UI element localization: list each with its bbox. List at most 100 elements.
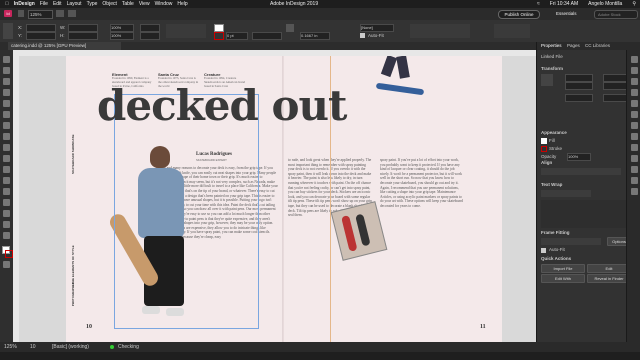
search-icon[interactable]: ⚲ — [632, 1, 636, 7]
pencil-tool-icon[interactable] — [3, 133, 10, 140]
menu-layout[interactable]: Layout — [67, 1, 82, 7]
table-styles-panel-icon[interactable] — [630, 144, 638, 151]
stroke-color-icon[interactable] — [5, 250, 13, 258]
panel-auto-fit-checkbox[interactable] — [541, 248, 546, 253]
skater-legs-photo[interactable] — [356, 56, 426, 102]
free-transform-tool-icon[interactable] — [3, 177, 10, 184]
scissors-tool-icon[interactable] — [3, 166, 10, 173]
wrap-buttons[interactable] — [494, 24, 530, 38]
h-field[interactable] — [68, 32, 98, 40]
flip-buttons[interactable] — [166, 24, 206, 38]
menu-help[interactable]: Help — [177, 1, 187, 7]
stock-search-input[interactable]: Adobe Stock — [594, 10, 638, 19]
edit-with-button[interactable]: Edit With — [541, 274, 585, 283]
tab-pages[interactable]: Pages — [567, 43, 580, 48]
tab-properties[interactable]: Properties — [541, 43, 562, 48]
screen-mode-icon[interactable] — [68, 10, 76, 17]
align-panel-icon[interactable] — [630, 177, 638, 184]
rotate-field[interactable] — [140, 24, 160, 32]
reference-point-icon[interactable] — [541, 74, 553, 86]
align-buttons[interactable] — [541, 168, 621, 175]
y-field[interactable] — [26, 32, 56, 40]
object-style-select[interactable]: [None] — [360, 24, 394, 32]
import-file-button[interactable]: Import File — [541, 264, 585, 273]
menu-type[interactable]: Type — [87, 1, 98, 7]
pasteboard[interactable]: Element Founded in 1990, Element is a sk… — [19, 56, 536, 342]
pathfinder-panel-icon[interactable] — [630, 188, 638, 195]
text-wrap-buttons[interactable] — [541, 190, 591, 197]
menu-table[interactable]: Table — [122, 1, 134, 7]
publish-online-button[interactable]: Publish Online — [498, 10, 540, 19]
object-styles-panel-icon[interactable] — [630, 155, 638, 162]
status-page[interactable]: 10 — [30, 344, 36, 350]
gap-tool-icon[interactable] — [3, 89, 10, 96]
rectangle-frame-tool-icon[interactable] — [3, 144, 10, 151]
rectangle-tool-icon[interactable] — [3, 155, 10, 162]
stroke-type-select[interactable] — [252, 32, 282, 40]
workspace-switcher[interactable]: Essentials — [556, 10, 590, 17]
line-tool-icon[interactable] — [3, 111, 10, 118]
swatches-panel-icon[interactable] — [630, 100, 638, 107]
edit-button[interactable]: Edit — [587, 264, 631, 273]
user-name[interactable]: Angelo Montilla — [588, 1, 622, 7]
view-options-icon[interactable] — [56, 10, 64, 17]
screen-mode-tool-icon[interactable] — [3, 261, 10, 268]
tab-cc-libraries[interactable]: CC Libraries — [585, 43, 610, 48]
gradient-tool-icon[interactable] — [3, 188, 10, 195]
preflight-profile[interactable]: [Basic] (working) — [52, 344, 89, 350]
type-tool-icon[interactable] — [3, 100, 10, 107]
note-tool-icon[interactable] — [3, 199, 10, 206]
menu-window[interactable]: Window — [155, 1, 173, 7]
cc-libraries-panel-icon[interactable] — [630, 111, 638, 118]
effects-icon[interactable] — [286, 24, 294, 32]
menu-file[interactable]: File — [40, 1, 48, 7]
status-zoom[interactable]: 125% — [4, 344, 17, 350]
w-field[interactable] — [68, 24, 98, 32]
apple-icon[interactable]:  — [5, 1, 9, 7]
menu-app-name[interactable]: InDesign — [14, 1, 35, 7]
panel-y-field[interactable] — [565, 82, 593, 90]
paragraph-styles-panel-icon[interactable] — [630, 133, 638, 140]
reveal-in-finder-button[interactable]: Reveal in Finder — [587, 274, 631, 283]
fitting-buttons[interactable] — [410, 24, 470, 38]
wifi-icon[interactable]: ≈ — [537, 1, 540, 7]
document-tab[interactable]: catering.indd @ 125% [GPU Preview] — [8, 42, 121, 50]
stroke-swatch[interactable] — [214, 32, 224, 40]
fill-swatch[interactable] — [214, 24, 224, 32]
preflight-status[interactable]: Checking — [118, 344, 139, 350]
pen-tool-icon[interactable] — [3, 122, 10, 129]
menu-edit[interactable]: Edit — [53, 1, 62, 7]
hand-tool-icon[interactable] — [3, 221, 10, 228]
fitting-icons[interactable] — [541, 238, 601, 245]
links-panel-icon[interactable] — [630, 78, 638, 85]
stroke-swatch-icon[interactable] — [541, 146, 547, 152]
text-wrap-panel-icon[interactable] — [630, 166, 638, 173]
stroke-weight-field[interactable]: 0 pt — [226, 32, 248, 40]
layers-panel-icon[interactable] — [630, 67, 638, 74]
panel-rotate-field[interactable] — [565, 94, 593, 102]
character-styles-panel-icon[interactable] — [630, 122, 638, 129]
reference-point-icon[interactable] — [3, 23, 13, 39]
skater-photo[interactable] — [107, 140, 206, 326]
stroke-panel-icon[interactable] — [630, 89, 638, 96]
shear-field[interactable] — [140, 32, 160, 40]
pages-panel-icon[interactable] — [630, 56, 638, 63]
menu-object[interactable]: Object — [102, 1, 116, 7]
fill-swatch-icon[interactable] — [541, 138, 547, 144]
scale-y-field[interactable]: 100% — [110, 32, 134, 40]
zoom-tool-icon[interactable] — [3, 232, 10, 239]
page-tool-icon[interactable] — [3, 78, 10, 85]
eyedropper-tool-icon[interactable] — [3, 210, 10, 217]
x-field[interactable] — [26, 24, 56, 32]
selection-tool-icon[interactable] — [3, 56, 10, 63]
zoom-field[interactable]: 125% — [28, 10, 53, 19]
menu-view[interactable]: View — [139, 1, 150, 7]
direct-selection-tool-icon[interactable] — [3, 67, 10, 74]
bridge-icon[interactable] — [18, 10, 24, 17]
opacity-field[interactable]: 100% — [567, 153, 591, 161]
wrap-offset-fields[interactable] — [541, 200, 631, 228]
auto-fit-checkbox[interactable] — [360, 33, 365, 38]
scale-x-field[interactable]: 100% — [110, 24, 134, 32]
corner-size-field[interactable]: 0.1667 in — [300, 32, 330, 40]
panel-x-field[interactable] — [565, 74, 593, 82]
